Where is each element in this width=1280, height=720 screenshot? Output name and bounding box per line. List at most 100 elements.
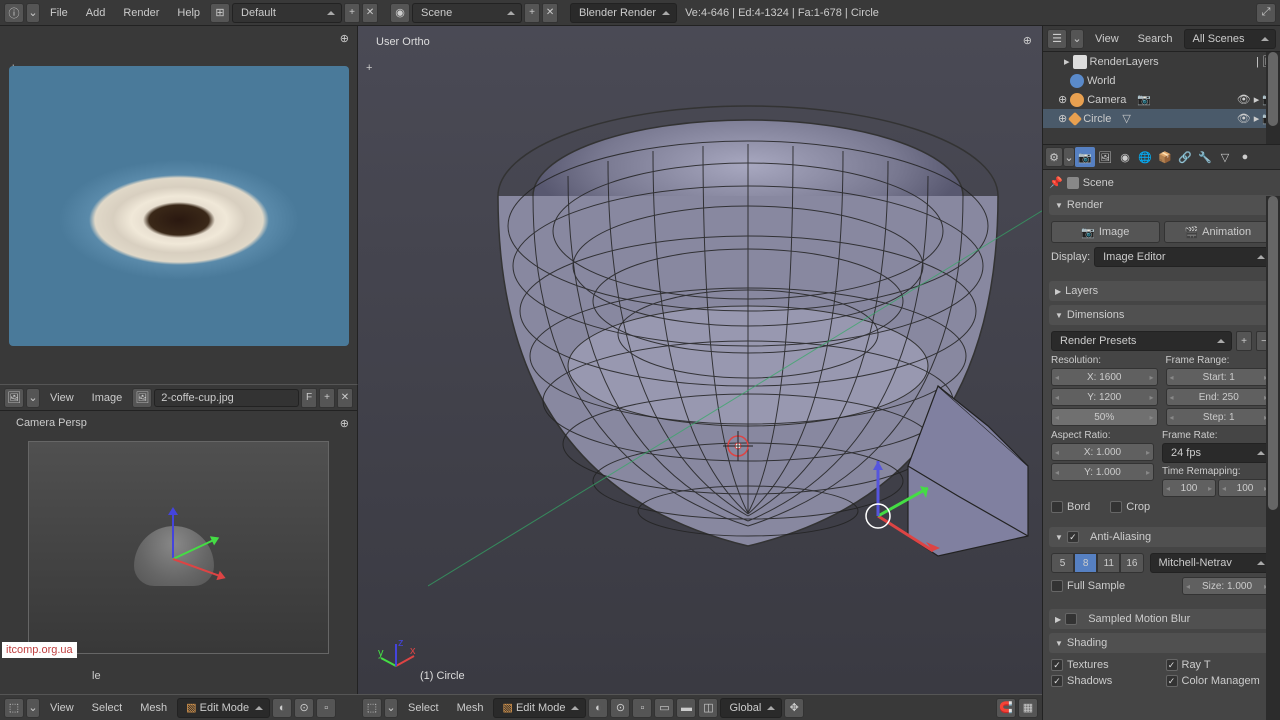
sample-16[interactable]: 16 <box>1120 553 1143 573</box>
frame-step[interactable]: Step: 1 <box>1166 408 1273 426</box>
dropdown-icon[interactable]: ⌄ <box>1070 29 1084 49</box>
mode-dropdown[interactable]: ▧ Edit Mode <box>177 698 270 718</box>
raytrace-checkbox[interactable] <box>1166 659 1178 671</box>
fake-user-btn[interactable]: F <box>301 388 317 408</box>
dropdown-icon[interactable]: ⌄ <box>1063 147 1075 167</box>
panel-antialiasing[interactable]: Anti-Aliasing <box>1049 527 1274 547</box>
dropdown-icon[interactable]: ⌄ <box>26 698 40 718</box>
layout-add[interactable]: + <box>344 3 360 23</box>
menu-mesh[interactable]: Mesh <box>449 696 492 720</box>
vert-sel[interactable]: ▫ <box>632 698 652 718</box>
pivot-icon[interactable]: ⊙ <box>294 698 314 718</box>
full-sample-checkbox[interactable] <box>1051 580 1063 592</box>
menu-view[interactable]: View <box>1087 27 1127 51</box>
remap-new[interactable]: 100 <box>1218 479 1272 497</box>
image-editor-icon[interactable]: 🖼 <box>4 388 24 408</box>
tab-constraints[interactable]: 🔗 <box>1175 147 1195 167</box>
pivot-icon[interactable]: ⊙ <box>610 698 630 718</box>
collapse-icon[interactable]: ⊕ <box>1023 34 1032 47</box>
aa-filter-dropdown[interactable]: Mitchell-Netrav <box>1150 553 1273 573</box>
tab-layers[interactable]: 🖼 <box>1095 147 1115 167</box>
menu-view[interactable]: View <box>42 386 82 410</box>
menu-select[interactable]: Select <box>400 696 447 720</box>
scene-remove[interactable]: ✕ <box>542 3 558 23</box>
tab-data[interactable]: ▽ <box>1215 147 1235 167</box>
scene-icon[interactable]: ◉ <box>390 3 410 23</box>
res-x[interactable]: X: 1600 <box>1051 368 1158 386</box>
render-presets[interactable]: Render Presets <box>1051 331 1232 351</box>
menu-help[interactable]: Help <box>169 1 208 25</box>
shadows-checkbox[interactable] <box>1051 675 1063 687</box>
render-animation-btn[interactable]: 🎬 Animation <box>1164 221 1273 243</box>
tree-circle[interactable]: ⊕Circle▽👁 ▸ 📷 <box>1043 109 1280 128</box>
aspect-x[interactable]: X: 1.000 <box>1051 443 1154 461</box>
image-browse-icon[interactable]: 🖼 <box>132 388 152 408</box>
motion-blur-checkbox[interactable] <box>1065 613 1077 625</box>
view3d-icon[interactable]: ⬚ <box>362 698 382 718</box>
panel-shading[interactable]: Shading <box>1049 633 1274 653</box>
main-3d-viewport[interactable]: User Ortho ⊕ + <box>358 26 1042 694</box>
panel-motion-blur[interactable]: Sampled Motion Blur <box>1049 609 1274 629</box>
outliner-icon[interactable]: ☰ <box>1047 29 1067 49</box>
remap-old[interactable]: 100 <box>1162 479 1216 497</box>
tree-world[interactable]: World <box>1043 71 1280 90</box>
collapse-icon[interactable]: ⊕ <box>340 32 349 45</box>
panel-dimensions[interactable]: Dimensions <box>1049 305 1274 325</box>
tab-world[interactable]: 🌐 <box>1135 147 1155 167</box>
dropdown-icon[interactable]: ⌄ <box>26 3 40 23</box>
res-y[interactable]: Y: 1200 <box>1051 388 1158 406</box>
res-pct[interactable]: 50% <box>1051 408 1158 426</box>
menu-mesh[interactable]: Mesh <box>132 696 175 720</box>
tab-scene[interactable]: ◉ <box>1115 147 1135 167</box>
menu-file[interactable]: File <box>42 1 76 25</box>
edge-sel[interactable]: ▭ <box>654 698 674 718</box>
vert-sel-icon[interactable]: ▫ <box>316 698 336 718</box>
sample-8[interactable]: 8 <box>1074 553 1097 573</box>
tab-material[interactable]: ● <box>1235 147 1255 167</box>
display-dropdown[interactable]: Image Editor <box>1094 247 1272 267</box>
engine-dropdown[interactable]: Blender Render <box>570 3 677 23</box>
layout-remove[interactable]: ✕ <box>362 3 378 23</box>
info-editor-icon[interactable]: ⓘ <box>4 3 24 23</box>
scene-add[interactable]: + <box>524 3 540 23</box>
tab-render[interactable]: 📷 <box>1075 147 1095 167</box>
frame-end[interactable]: End: 250 <box>1166 388 1273 406</box>
layout-dropdown[interactable]: Default <box>232 3 342 23</box>
mode-dropdown[interactable]: ▧ Edit Mode <box>493 698 586 718</box>
aa-size[interactable]: Size: 1.000 <box>1182 577 1272 595</box>
menu-select[interactable]: Select <box>84 696 131 720</box>
outliner-tree[interactable]: ▸RenderLayers| 🖼 World ⊕Camera📷👁 ▸ 📷 ⊕Ci… <box>1043 52 1280 144</box>
outliner-filter[interactable]: All Scenes <box>1184 29 1276 49</box>
properties-scrollbar[interactable] <box>1266 196 1280 720</box>
aa-checkbox[interactable] <box>1067 531 1079 543</box>
snap-icon[interactable]: 🧲 <box>996 698 1016 718</box>
image-add[interactable]: + <box>319 388 335 408</box>
outliner-scrollbar[interactable] <box>1266 52 1280 144</box>
tree-renderlayers[interactable]: ▸RenderLayers| 🖼 <box>1043 52 1280 71</box>
preset-add[interactable]: + <box>1236 331 1252 351</box>
tree-camera[interactable]: ⊕Camera📷👁 ▸ 📷 <box>1043 90 1280 109</box>
menu-render[interactable]: Render <box>115 1 167 25</box>
sample-5[interactable]: 5 <box>1051 553 1074 573</box>
border-checkbox[interactable] <box>1051 501 1063 513</box>
tab-modifiers[interactable]: 🔧 <box>1195 147 1215 167</box>
frame-start[interactable]: Start: 1 <box>1166 368 1273 386</box>
textures-checkbox[interactable] <box>1051 659 1063 671</box>
image-name-field[interactable]: 2-coffe-cup.jpg <box>154 389 299 407</box>
tab-object[interactable]: 📦 <box>1155 147 1175 167</box>
shading-icon[interactable]: ◐ <box>272 698 292 718</box>
menu-view[interactable]: View <box>42 696 82 720</box>
sample-11[interactable]: 11 <box>1097 553 1120 573</box>
scene-dropdown[interactable]: Scene <box>412 3 522 23</box>
manipulator-icon[interactable]: ✥ <box>784 698 804 718</box>
menu-image[interactable]: Image <box>84 386 131 410</box>
shading-icon[interactable]: ◐ <box>588 698 608 718</box>
aspect-y[interactable]: Y: 1.000 <box>1051 463 1154 481</box>
dropdown-icon[interactable]: ⌄ <box>26 388 40 408</box>
face-sel[interactable]: ▬ <box>676 698 696 718</box>
collapse-icon[interactable]: ⊕ <box>340 417 349 430</box>
menu-search[interactable]: Search <box>1130 27 1181 51</box>
limit-sel[interactable]: ◫ <box>698 698 718 718</box>
dropdown-icon[interactable]: ⌄ <box>384 698 398 718</box>
render-image-btn[interactable]: 📷 Image <box>1051 221 1160 243</box>
